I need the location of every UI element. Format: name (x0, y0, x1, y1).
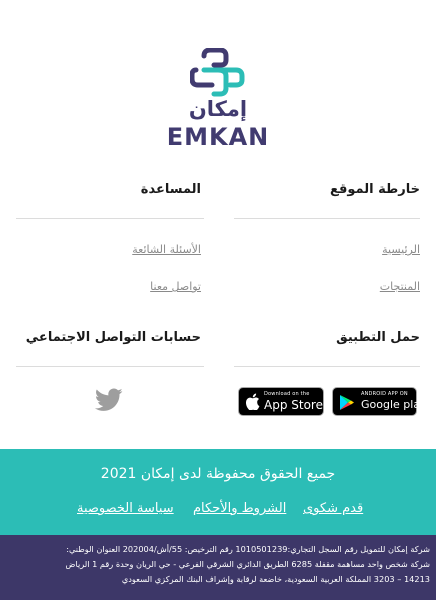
google-play-big-text: Google play (361, 398, 427, 411)
social-heading: حسابات التواصل الاجتماعي (25, 330, 201, 345)
app-store-button[interactable]: Download on the App Store (238, 387, 324, 416)
app-store-big-text: App Store (264, 398, 323, 412)
app-divider (234, 366, 420, 367)
social-divider (16, 366, 204, 367)
sitemap-divider (234, 218, 420, 219)
twitter-icon[interactable] (95, 388, 123, 412)
link-products[interactable]: المنتجات (380, 280, 420, 293)
link-privacy-policy[interactable]: سياسة الخصوصية (77, 501, 174, 516)
copyright-band: جميع الحقوق محفوظة لدى إمكان 2021 قدم شك… (0, 449, 436, 535)
legal-line-2: شركة شخص واحد مساهمة مقفلة 6285 الطريق ا… (65, 559, 430, 569)
google-play-icon (340, 395, 354, 410)
logo-english-text: EMKAN (166, 123, 270, 151)
legal-line-3: 14213 – 3203 المملكة العربية السعودية، خ… (121, 574, 430, 584)
link-home[interactable]: الرئيسية (382, 243, 420, 256)
emkan-logo-mark-icon (190, 48, 245, 97)
google-play-button[interactable]: ANDROID APP ON Google play (332, 387, 427, 416)
link-terms-and-conditions[interactable]: الشروط والأحكام (193, 501, 286, 516)
legal-info: شركة إمكان للتمويل رقم السجل التجاري:101… (0, 535, 436, 600)
sitemap-heading: خارطة الموقع (330, 182, 420, 197)
app-heading: حمل التطبيق (336, 330, 420, 345)
copyright-text: جميع الحقوق محفوظة لدى إمكان 2021 (100, 466, 336, 482)
app-store-small-text: Download on the (264, 391, 310, 397)
apple-icon (246, 393, 260, 410)
link-faq[interactable]: الأسئلة الشائعة (132, 243, 201, 256)
logo-arabic-text: إمكان (188, 97, 248, 121)
help-heading: المساعدة (140, 182, 201, 197)
google-play-small-text: ANDROID APP ON (361, 391, 408, 397)
emkan-logo[interactable]: إمكان EMKAN (0, 42, 436, 152)
help-divider (16, 218, 204, 219)
legal-line-1: شركة إمكان للتمويل رقم السجل التجاري:101… (66, 544, 430, 554)
link-contact-us[interactable]: تواصل معنا (150, 280, 201, 293)
link-submit-complaint[interactable]: قدم شكوى (303, 501, 363, 516)
